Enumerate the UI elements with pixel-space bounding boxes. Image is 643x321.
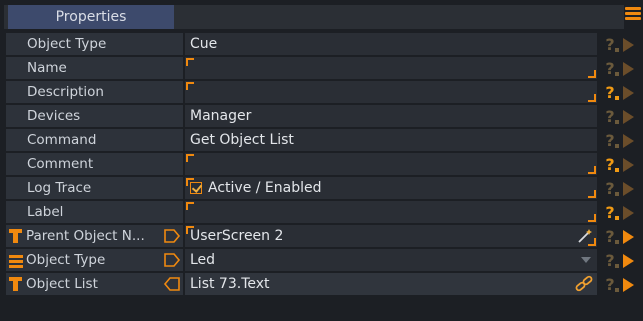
- tab-properties[interactable]: Properties: [8, 5, 174, 29]
- object-type-value[interactable]: Cue: [185, 33, 597, 55]
- property-label: Object Type: [26, 252, 106, 268]
- property-label: Description: [6, 81, 183, 103]
- play-icon[interactable]: [623, 206, 634, 220]
- output-connector-icon[interactable]: [163, 276, 181, 292]
- parent-object-label-cell: Parent Object N...: [6, 225, 183, 247]
- object-type-label-cell: Object Type: [6, 249, 183, 271]
- property-row-object-type: Object Type Cue ?: [0, 33, 643, 55]
- play-icon[interactable]: [623, 182, 634, 196]
- log-trace-label: Active / Enabled: [208, 180, 322, 196]
- property-row-command: Command Get Object List ?: [0, 129, 643, 151]
- property-label: Command: [6, 129, 183, 151]
- help-icon[interactable]: ?: [601, 105, 619, 127]
- object-type-selected: Led: [190, 252, 216, 268]
- text-type-icon: [9, 228, 23, 244]
- description-field[interactable]: [185, 81, 597, 103]
- input-connector-icon[interactable]: [163, 228, 181, 244]
- help-icon[interactable]: ?: [601, 177, 619, 199]
- object-list-label-cell: Object List: [6, 273, 183, 295]
- name-field[interactable]: [185, 57, 597, 79]
- object-list-field[interactable]: List 73.Text: [185, 273, 597, 295]
- chevron-down-icon[interactable]: [581, 257, 591, 263]
- property-row-devices: Devices Manager ?: [0, 105, 643, 127]
- property-row-object-type-list: Object Type Led ?: [0, 249, 643, 271]
- list-type-icon: [9, 252, 23, 268]
- property-label: Object List: [26, 276, 98, 292]
- parent-object-field[interactable]: UserScreen 2: [185, 225, 597, 247]
- property-label: Devices: [6, 105, 183, 127]
- text-type-icon: [9, 276, 23, 292]
- play-icon[interactable]: [623, 38, 634, 52]
- magic-wand-icon[interactable]: [577, 228, 593, 244]
- help-icon[interactable]: ?: [601, 201, 619, 223]
- property-label: Comment: [6, 153, 183, 175]
- properties-panel: Properties Object Type Cue ? Name ? Desc…: [0, 0, 643, 321]
- help-icon[interactable]: ?: [601, 129, 619, 151]
- help-icon[interactable]: ?: [601, 249, 619, 271]
- parent-object-value: UserScreen 2: [190, 228, 284, 244]
- play-icon[interactable]: [623, 158, 634, 172]
- help-icon[interactable]: ?: [601, 273, 619, 295]
- help-icon[interactable]: ?: [601, 81, 619, 103]
- property-row-object-list: Object List List 73.Text ?: [0, 273, 643, 295]
- play-icon[interactable]: [623, 278, 634, 292]
- command-value[interactable]: Get Object List: [185, 129, 597, 151]
- property-label: Object Type: [6, 33, 183, 55]
- help-icon[interactable]: ?: [601, 57, 619, 79]
- property-label: Label: [6, 201, 183, 223]
- log-trace-field[interactable]: Active / Enabled: [185, 177, 597, 199]
- play-icon[interactable]: [623, 62, 634, 76]
- property-row-log-trace: Log Trace Active / Enabled ?: [0, 177, 643, 199]
- play-icon[interactable]: [623, 110, 634, 124]
- play-icon[interactable]: [623, 134, 634, 148]
- property-row-label: Label ?: [0, 201, 643, 223]
- comment-field[interactable]: [185, 153, 597, 175]
- property-row-name: Name ?: [0, 57, 643, 79]
- property-row-comment: Comment ?: [0, 153, 643, 175]
- label-field[interactable]: [185, 201, 597, 223]
- property-label: Parent Object N...: [26, 228, 145, 244]
- play-icon[interactable]: [623, 86, 634, 100]
- play-icon[interactable]: [623, 230, 634, 244]
- object-list-value: List 73.Text: [190, 276, 270, 292]
- help-icon[interactable]: ?: [601, 225, 619, 247]
- property-label: Log Trace: [6, 177, 183, 199]
- menu-icon[interactable]: [625, 7, 641, 25]
- log-trace-checkbox[interactable]: [190, 182, 202, 194]
- property-row-parent-object: Parent Object N... UserScreen 2 ?: [0, 225, 643, 247]
- object-type-select[interactable]: Led: [185, 249, 597, 271]
- tab-bar: Properties: [4, 5, 624, 29]
- devices-value[interactable]: Manager: [185, 105, 597, 127]
- input-connector-icon[interactable]: [163, 252, 181, 268]
- property-row-description: Description ?: [0, 81, 643, 103]
- help-icon[interactable]: ?: [601, 153, 619, 175]
- help-icon[interactable]: ?: [601, 33, 619, 55]
- property-label: Name: [6, 57, 183, 79]
- play-icon[interactable]: [623, 254, 634, 268]
- link-icon[interactable]: [574, 275, 594, 293]
